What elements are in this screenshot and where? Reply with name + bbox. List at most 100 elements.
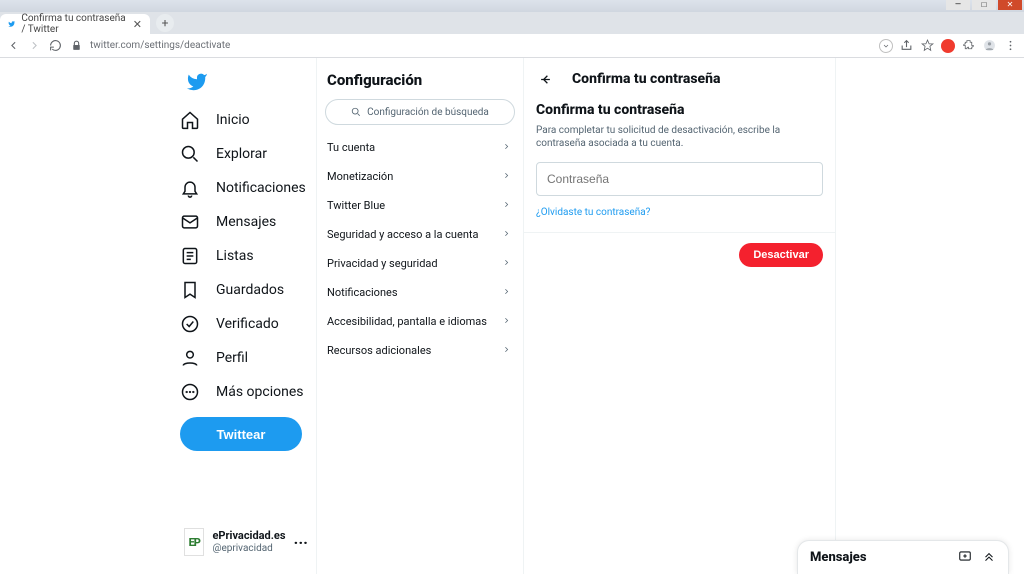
site-lock-icon[interactable] bbox=[69, 38, 84, 53]
gutter-left bbox=[0, 58, 174, 574]
nav-bookmarks[interactable]: Guardados bbox=[174, 273, 316, 307]
chevron-right-icon bbox=[502, 344, 511, 357]
settings-search-input[interactable]: Configuración de búsqueda bbox=[325, 99, 515, 125]
nav-reload-button[interactable] bbox=[48, 38, 63, 53]
detail-header: Confirma tu contraseña bbox=[524, 58, 835, 98]
nav-label: Explorar bbox=[216, 146, 267, 162]
nav-label: Inicio bbox=[216, 112, 250, 128]
bell-icon bbox=[180, 178, 200, 198]
browser-chrome: — □ ✕ Confirma tu contraseña / Twitter ✕… bbox=[0, 0, 1024, 58]
nav-back-button[interactable] bbox=[6, 38, 21, 53]
search-icon bbox=[180, 144, 200, 164]
nav-lists[interactable]: Listas bbox=[174, 239, 316, 273]
settings-item-label: Tu cuenta bbox=[327, 141, 375, 154]
account-handle: @eprivacidad bbox=[212, 543, 285, 555]
settings-item-twitter-blue[interactable]: Twitter Blue bbox=[317, 191, 523, 220]
verified-icon bbox=[180, 314, 200, 334]
chevron-right-icon bbox=[502, 286, 511, 299]
settings-item-resources[interactable]: Recursos adicionales bbox=[317, 336, 523, 365]
back-button[interactable] bbox=[536, 70, 554, 88]
avatar: EP bbox=[184, 528, 204, 556]
nav-profile[interactable]: Perfil bbox=[174, 341, 316, 375]
tab-title: Confirma tu contraseña / Twitter bbox=[21, 13, 126, 35]
chevron-right-icon bbox=[502, 199, 511, 212]
window-close-button[interactable]: ✕ bbox=[998, 0, 1022, 10]
zoom-indicator[interactable] bbox=[879, 39, 893, 53]
nav-forward-button[interactable] bbox=[27, 38, 42, 53]
nav-notifications[interactable]: Notificaciones bbox=[174, 171, 316, 205]
deactivate-button[interactable]: Desactivar bbox=[739, 243, 823, 267]
more-circle-icon bbox=[180, 382, 200, 402]
detail-heading: Confirma tu contraseña bbox=[572, 71, 720, 87]
profile-avatar-icon[interactable] bbox=[982, 38, 997, 53]
bookmark-icon bbox=[180, 280, 200, 300]
nav-messages[interactable]: Mensajes bbox=[174, 205, 316, 239]
twitter-favicon-icon bbox=[8, 19, 15, 29]
extensions-icon[interactable] bbox=[961, 38, 976, 53]
chevron-right-icon bbox=[502, 257, 511, 270]
account-chip[interactable]: EP ePrivacidad.es @eprivacidad ··· bbox=[178, 522, 314, 562]
chevron-right-icon bbox=[502, 170, 511, 183]
settings-item-account[interactable]: Tu cuenta bbox=[317, 133, 523, 162]
window-minimize-button[interactable]: — bbox=[946, 0, 970, 10]
settings-title: Configuración bbox=[317, 58, 523, 99]
settings-item-label: Notificaciones bbox=[327, 286, 398, 299]
url-text[interactable]: twitter.com/settings/deactivate bbox=[90, 40, 230, 51]
settings-item-privacy[interactable]: Privacidad y seguridad bbox=[317, 249, 523, 278]
settings-item-label: Seguridad y acceso a la cuenta bbox=[327, 228, 478, 241]
nav-more[interactable]: Más opciones bbox=[174, 375, 316, 409]
gutter-right bbox=[836, 58, 1024, 574]
detail-column: Confirma tu contraseña Confirma tu contr… bbox=[524, 58, 836, 574]
messages-dock-title: Mensajes bbox=[810, 550, 867, 565]
chevron-right-icon bbox=[502, 228, 511, 241]
twitter-app: Inicio Explorar Notificaciones Mensajes … bbox=[0, 58, 1024, 574]
settings-item-monetization[interactable]: Monetización bbox=[317, 162, 523, 191]
nav-label: Mensajes bbox=[216, 214, 276, 230]
primary-nav: Inicio Explorar Notificaciones Mensajes … bbox=[174, 58, 316, 574]
extension-red-icon[interactable] bbox=[941, 39, 955, 53]
star-icon[interactable] bbox=[920, 38, 935, 53]
new-tab-button[interactable]: + bbox=[156, 14, 174, 32]
settings-item-label: Recursos adicionales bbox=[327, 344, 431, 357]
settings-item-notifications[interactable]: Notificaciones bbox=[317, 278, 523, 307]
more-icon: ··· bbox=[294, 533, 308, 552]
address-bar: twitter.com/settings/deactivate bbox=[0, 34, 1024, 58]
password-input[interactable] bbox=[536, 162, 823, 196]
nav-home[interactable]: Inicio bbox=[174, 103, 316, 137]
person-icon bbox=[180, 348, 200, 368]
expand-up-icon[interactable] bbox=[982, 548, 996, 567]
new-message-icon[interactable] bbox=[958, 548, 972, 567]
forgot-password-link[interactable]: ¿Olvidaste tu contraseña? bbox=[524, 203, 662, 232]
home-icon bbox=[180, 110, 200, 130]
nav-verified[interactable]: Verificado bbox=[174, 307, 316, 341]
search-icon bbox=[351, 107, 361, 117]
detail-description: Para completar tu solicitud de desactiva… bbox=[524, 124, 835, 162]
settings-item-accessibility[interactable]: Accesibilidad, pantalla e idiomas bbox=[317, 307, 523, 336]
nav-explore[interactable]: Explorar bbox=[174, 137, 316, 171]
messages-dock[interactable]: Mensajes bbox=[797, 540, 1009, 574]
account-display-name: ePrivacidad.es bbox=[212, 529, 285, 542]
nav-label: Listas bbox=[216, 248, 254, 264]
nav-label: Más opciones bbox=[216, 384, 303, 400]
window-maximize-button[interactable]: □ bbox=[972, 0, 996, 10]
settings-item-label: Privacidad y seguridad bbox=[327, 257, 438, 270]
nav-label: Perfil bbox=[216, 350, 248, 366]
kebab-menu-icon[interactable] bbox=[1003, 38, 1018, 53]
tweet-button[interactable]: Twittear bbox=[180, 417, 302, 451]
settings-item-label: Twitter Blue bbox=[327, 199, 385, 212]
settings-item-security-access[interactable]: Seguridad y acceso a la cuenta bbox=[317, 220, 523, 249]
share-icon[interactable] bbox=[899, 38, 914, 53]
detail-subheading: Confirma tu contraseña bbox=[524, 98, 835, 124]
tab-close-icon[interactable]: ✕ bbox=[133, 18, 142, 31]
window-titlebar: — □ ✕ bbox=[0, 0, 1024, 12]
list-icon bbox=[180, 246, 200, 266]
browser-tab-active[interactable]: Confirma tu contraseña / Twitter ✕ bbox=[0, 14, 150, 34]
search-placeholder-text: Configuración de búsqueda bbox=[367, 107, 489, 118]
chevron-right-icon bbox=[502, 315, 511, 328]
settings-item-label: Monetización bbox=[327, 170, 393, 183]
nav-label: Guardados bbox=[216, 282, 284, 298]
chevron-right-icon bbox=[502, 141, 511, 154]
twitter-logo[interactable] bbox=[180, 65, 214, 99]
tab-strip: Confirma tu contraseña / Twitter ✕ + bbox=[0, 12, 1024, 34]
envelope-icon bbox=[180, 212, 200, 232]
